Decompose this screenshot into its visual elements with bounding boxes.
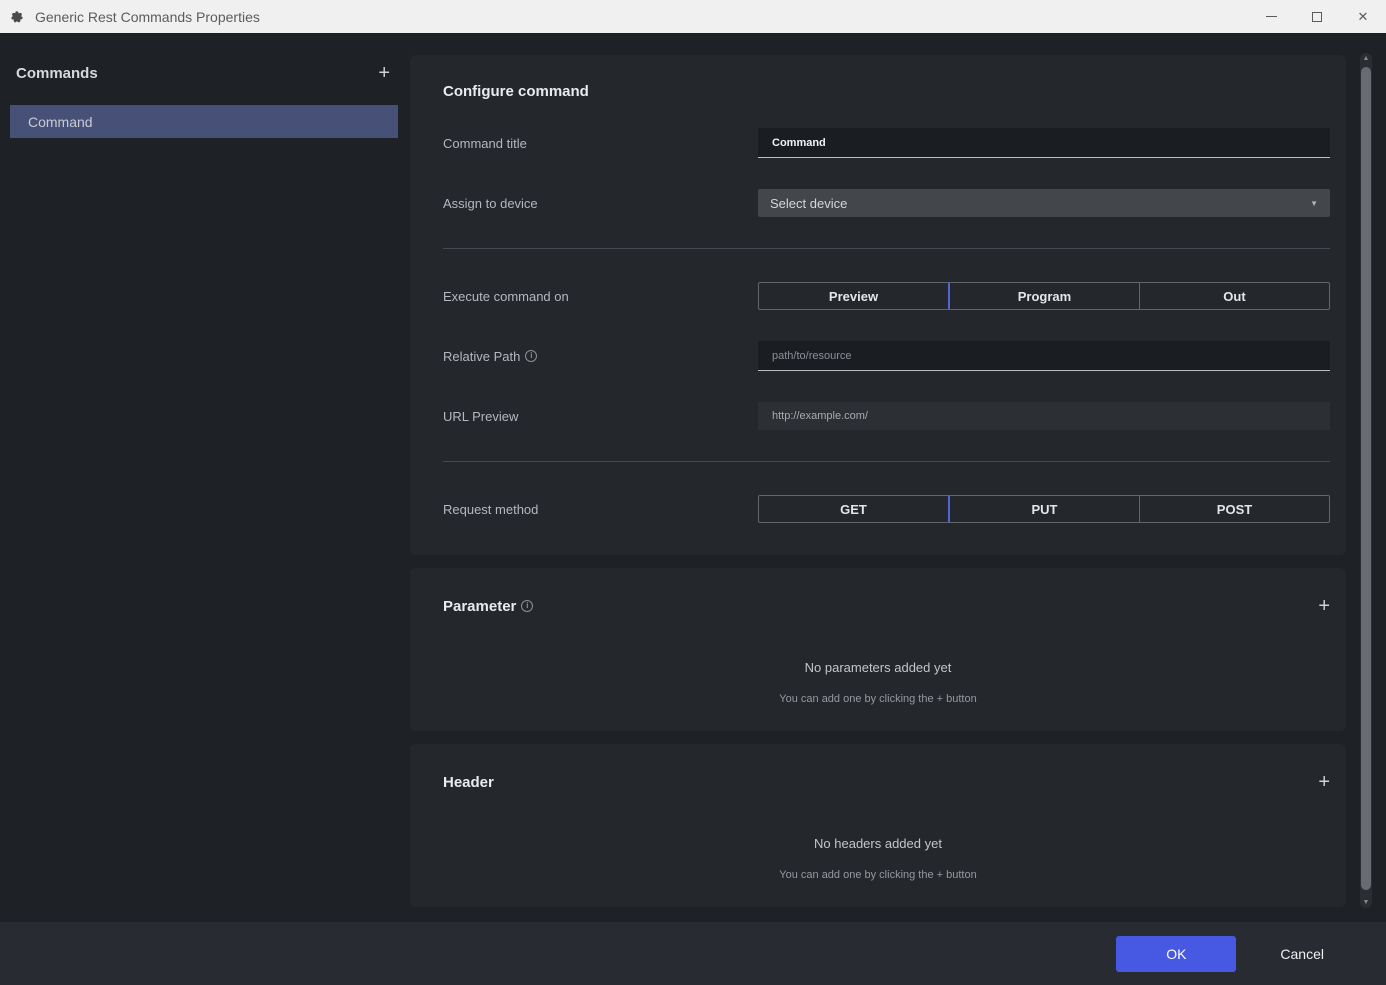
header-section-title: Header	[443, 774, 494, 791]
add-command-icon[interactable]: +	[378, 63, 390, 83]
maximize-button[interactable]	[1294, 0, 1340, 33]
header-empty-state: No headers added yet You can add one by …	[410, 836, 1346, 881]
close-button[interactable]: ✕	[1340, 0, 1386, 33]
dialog-footer: OK Cancel	[0, 922, 1386, 985]
scroll-down-icon[interactable]: ▼	[1360, 899, 1372, 906]
main-panel: Configure command Command title Assign t…	[410, 33, 1357, 922]
relative-path-label: Relative Path i	[443, 349, 758, 364]
parameter-empty-hint: You can add one by clicking the + button	[410, 693, 1346, 705]
parameter-card: Parameter i + No parameters added yet Yo…	[410, 568, 1346, 731]
minimize-icon	[1266, 16, 1277, 17]
assign-device-row: Assign to device Select device ▼	[443, 188, 1330, 218]
vertical-scrollbar[interactable]: ▲ ▼	[1360, 53, 1372, 908]
relative-path-input[interactable]	[758, 341, 1330, 371]
sidebar-item-label: Command	[28, 114, 93, 130]
parameter-title-text: Parameter	[443, 598, 516, 615]
ok-button[interactable]: OK	[1116, 936, 1236, 972]
parameter-title: Parameter i	[443, 598, 533, 615]
section-divider	[443, 461, 1330, 462]
cancel-button[interactable]: Cancel	[1280, 946, 1324, 962]
url-preview-label: URL Preview	[443, 409, 758, 424]
configure-command-card: Configure command Command title Assign t…	[410, 55, 1346, 555]
request-method-segmented: GET PUT POST	[758, 495, 1330, 523]
command-title-label: Command title	[443, 136, 758, 151]
app-pinwheel-icon	[8, 8, 26, 26]
method-post-button[interactable]: POST	[1139, 496, 1329, 522]
maximize-icon	[1312, 12, 1322, 22]
url-preview-row: URL Preview http://example.com/	[443, 401, 1330, 431]
properties-window: Generic Rest Commands Properties ✕ Comma…	[0, 0, 1386, 985]
sidebar-title: Commands	[16, 65, 98, 82]
header-section-header: Header +	[443, 772, 1330, 792]
execute-program-button[interactable]: Program	[950, 283, 1139, 309]
execute-on-row: Execute command on Preview Program Out	[443, 281, 1330, 311]
relative-path-label-text: Relative Path	[443, 349, 520, 364]
execute-on-label: Execute command on	[443, 289, 758, 304]
section-divider	[443, 248, 1330, 249]
execute-out-button[interactable]: Out	[1139, 283, 1329, 309]
sidebar-header: Commands +	[0, 63, 410, 83]
url-preview-value: http://example.com/	[758, 402, 1330, 430]
sidebar-item-command[interactable]: Command	[10, 105, 398, 138]
command-title-row: Command title	[443, 128, 1330, 158]
command-title-input[interactable]	[758, 128, 1330, 158]
info-icon: i	[525, 350, 537, 362]
add-header-icon[interactable]: +	[1318, 772, 1330, 792]
method-get-button[interactable]: GET	[759, 496, 950, 522]
execute-preview-button[interactable]: Preview	[759, 283, 950, 309]
assign-device-label: Assign to device	[443, 196, 758, 211]
device-select[interactable]: Select device ▼	[758, 189, 1330, 217]
parameter-empty-state: No parameters added yet You can add one …	[410, 660, 1346, 705]
title-bar: Generic Rest Commands Properties ✕	[0, 0, 1386, 33]
commands-sidebar: Commands + Command	[0, 33, 410, 922]
chevron-down-icon: ▼	[1310, 199, 1318, 208]
close-icon: ✕	[1358, 9, 1369, 25]
scrollbar-thumb[interactable]	[1361, 67, 1371, 890]
configure-command-title: Configure command	[443, 83, 1330, 100]
window-title: Generic Rest Commands Properties	[35, 9, 1248, 25]
request-method-row: Request method GET PUT POST	[443, 494, 1330, 524]
dialog-body: Commands + Command Configure command Com…	[0, 33, 1386, 922]
execute-on-segmented: Preview Program Out	[758, 282, 1330, 310]
scroll-up-icon[interactable]: ▲	[1360, 55, 1372, 62]
parameter-header: Parameter i +	[443, 596, 1330, 616]
method-put-button[interactable]: PUT	[950, 496, 1139, 522]
relative-path-row: Relative Path i	[443, 341, 1330, 371]
header-card: Header + No headers added yet You can ad…	[410, 744, 1346, 907]
header-empty-title: No headers added yet	[410, 836, 1346, 851]
request-method-label: Request method	[443, 502, 758, 517]
info-icon: i	[521, 600, 533, 612]
minimize-button[interactable]	[1248, 0, 1294, 33]
add-parameter-icon[interactable]: +	[1318, 596, 1330, 616]
parameter-empty-title: No parameters added yet	[410, 660, 1346, 675]
header-empty-hint: You can add one by clicking the + button	[410, 869, 1346, 881]
device-select-value: Select device	[770, 196, 847, 211]
